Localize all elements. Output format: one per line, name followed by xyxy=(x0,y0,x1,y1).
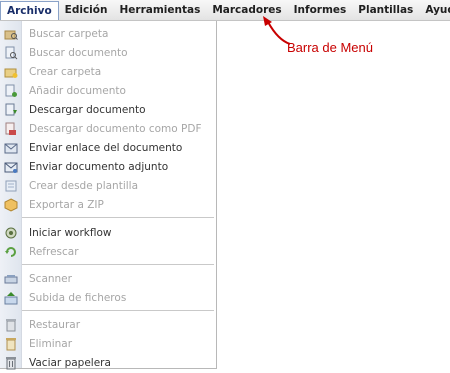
menu-item-vaciar-papelera[interactable]: Vaciar papelera xyxy=(0,354,216,373)
menu-item-refrescar[interactable]: Refrescar xyxy=(0,243,216,262)
menu-item-label: Enviar documento adjunto xyxy=(29,161,169,173)
menu-ayuda[interactable]: Ayuda xyxy=(419,0,450,20)
menu-separator xyxy=(22,217,214,218)
scanner-icon xyxy=(4,275,18,284)
menu-item-label: Eliminar xyxy=(29,338,73,350)
menu-item-label: Añadir documento xyxy=(29,85,126,97)
restore-icon xyxy=(6,319,16,332)
menu-item-buscar-documento[interactable]: Buscar documento xyxy=(0,44,216,63)
menu-item-crear-carpeta[interactable]: Crear carpeta xyxy=(0,63,216,82)
menu-item-label: Vaciar papelera xyxy=(29,357,111,369)
send-attachment-icon xyxy=(4,162,18,173)
menu-item-exportar-zip[interactable]: Exportar a ZIP xyxy=(0,196,216,215)
menu-item-scanner[interactable]: Scanner xyxy=(0,270,216,289)
menu-item-enviar-adjunto[interactable]: Enviar documento adjunto xyxy=(0,158,216,177)
template-icon xyxy=(5,180,17,192)
menu-item-label: Descargar documento como PDF xyxy=(29,123,202,135)
pdf-download-icon xyxy=(5,122,16,135)
menu-item-buscar-carpeta[interactable]: Buscar carpeta xyxy=(0,25,216,44)
workflow-icon xyxy=(5,227,17,239)
menu-item-restaurar[interactable]: Restaurar xyxy=(0,316,216,335)
menu-herramientas[interactable]: Herramientas xyxy=(113,0,206,20)
menu-item-label: Descargar documento xyxy=(29,104,146,116)
delete-icon xyxy=(6,338,16,351)
menu-plantillas[interactable]: Plantillas xyxy=(352,0,419,20)
menu-item-label: Crear desde plantilla xyxy=(29,180,138,192)
menu-separator xyxy=(22,264,214,265)
refresh-icon xyxy=(5,247,16,257)
document-add-icon xyxy=(5,84,17,97)
menu-item-crear-plantilla[interactable]: Crear desde plantilla xyxy=(0,177,216,196)
annotation-label: Barra de Menú xyxy=(287,40,373,55)
zip-icon xyxy=(4,198,18,212)
menu-separator xyxy=(22,310,214,311)
menu-item-label: Exportar a ZIP xyxy=(29,199,104,211)
menu-item-label: Iniciar workflow xyxy=(29,227,112,239)
menu-edicion[interactable]: Edición xyxy=(59,0,114,20)
menu-item-label: Refrescar xyxy=(29,246,79,258)
send-link-icon xyxy=(4,143,18,154)
menu-item-subida-ficheros[interactable]: Subida de ficheros xyxy=(0,289,216,308)
menu-item-anadir-documento[interactable]: Añadir documento xyxy=(0,82,216,101)
folder-add-icon xyxy=(4,68,18,78)
menu-archivo[interactable]: Archivo xyxy=(0,1,59,20)
menu-bar: Archivo Edición Herramientas Marcadores … xyxy=(0,0,450,21)
menu-item-label: Crear carpeta xyxy=(29,66,102,78)
menu-item-enviar-enlace[interactable]: Enviar enlace del documento xyxy=(0,139,216,158)
menu-item-label: Subida de ficheros xyxy=(29,292,127,304)
menu-item-iniciar-workflow[interactable]: Iniciar workflow xyxy=(0,224,216,243)
archivo-dropdown-menu: Buscar carpeta Buscar documento Crear ca… xyxy=(0,21,217,370)
menu-item-descargar-documento[interactable]: Descargar documento xyxy=(0,101,216,120)
menu-item-descargar-pdf[interactable]: Descargar documento como PDF xyxy=(0,120,216,139)
menu-item-label: Scanner xyxy=(29,273,72,285)
upload-icon xyxy=(4,292,18,305)
menu-item-eliminar[interactable]: Eliminar xyxy=(0,335,216,354)
menu-item-label: Enviar enlace del documento xyxy=(29,142,183,154)
folder-search-icon xyxy=(4,30,18,40)
menu-item-label: Buscar carpeta xyxy=(29,28,109,40)
document-download-icon xyxy=(5,103,17,116)
menu-item-label: Restaurar xyxy=(29,319,81,331)
menu-item-label: Buscar documento xyxy=(29,47,128,59)
document-search-icon xyxy=(5,46,18,60)
